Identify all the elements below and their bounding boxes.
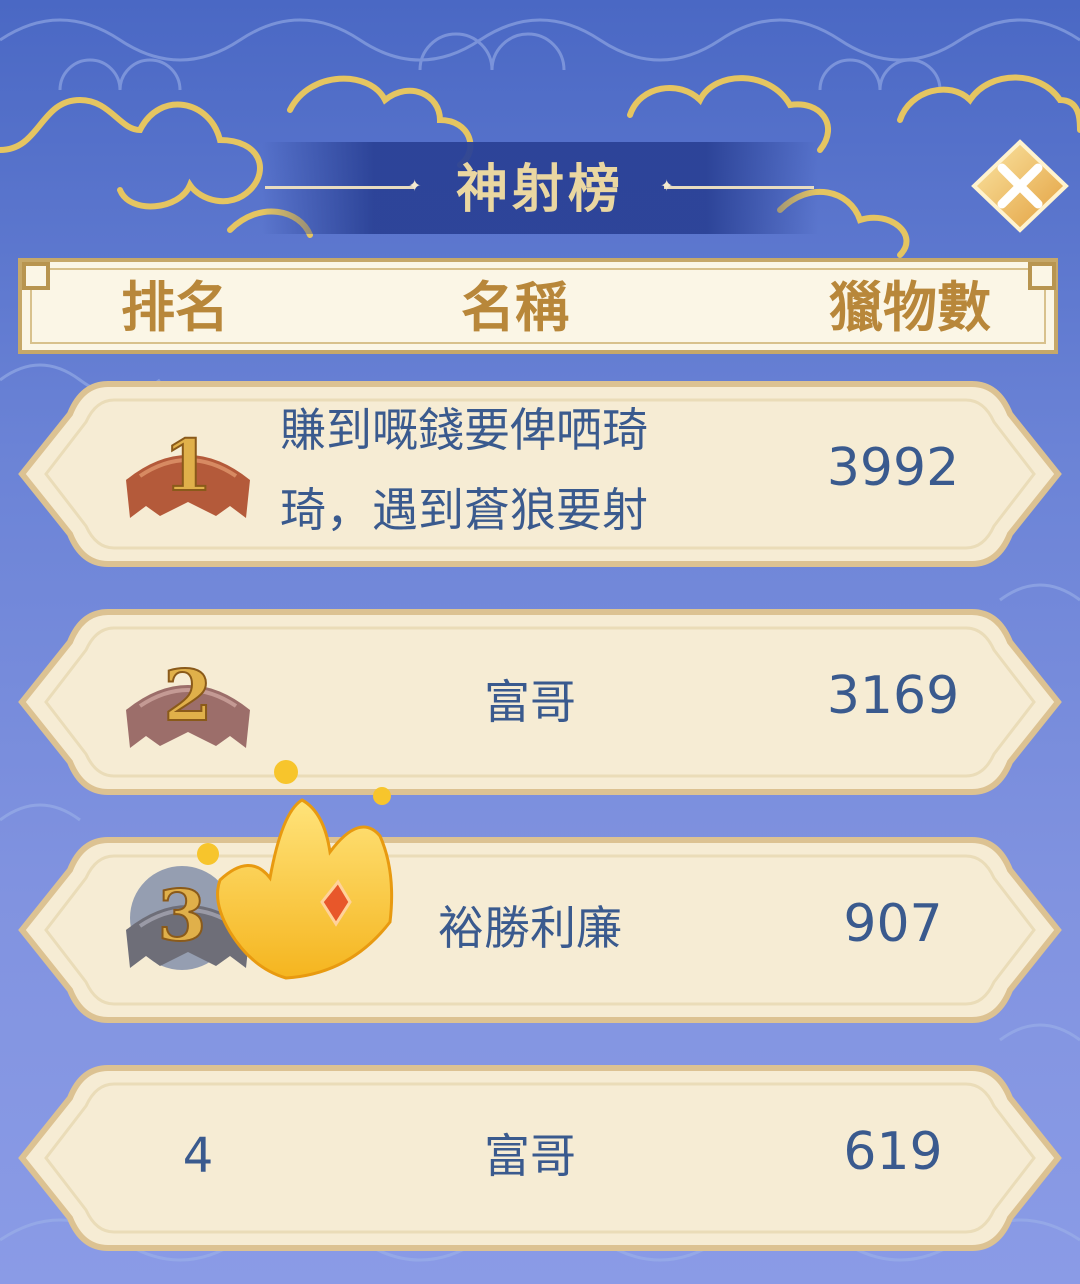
header-corner-ornament [1028,262,1056,290]
gold-medal-icon: 1 [126,423,250,518]
table-row[interactable]: 3 裕勝利廉 907 [18,830,1062,1030]
player-name: 富哥 [484,1129,576,1183]
header-rank: 排名 [121,276,229,339]
player-score: 3992 [826,438,960,498]
close-icon [971,139,1069,233]
silver-medal-icon: 2 [126,653,250,748]
svg-text:1: 1 [164,424,213,507]
player-name: 賺到嘅錢要俾哂琦 琦，遇到蒼狼要射 [280,403,648,537]
crown-icon[interactable] [190,752,410,982]
player-score: 3169 [826,666,960,726]
table-row[interactable]: 4 富哥 619 [18,1058,1062,1258]
table-row[interactable]: 2 富哥 3169 [18,602,1062,802]
header-score: 獵物數 [829,276,991,339]
player-score: 619 [843,1122,943,1182]
player-name: 富哥 [484,675,576,729]
header-name: 名稱 [461,276,569,339]
header-corner-ornament [22,262,50,290]
table-row[interactable]: 1 賺到嘅錢要俾哂琦 琦，遇到蒼狼要射 3992 [18,374,1062,574]
close-button[interactable] [968,138,1072,234]
player-score: 907 [843,894,943,954]
svg-text:2: 2 [164,654,213,737]
page-title: 神射榜 [455,160,624,220]
player-rank: 4 [182,1128,214,1184]
